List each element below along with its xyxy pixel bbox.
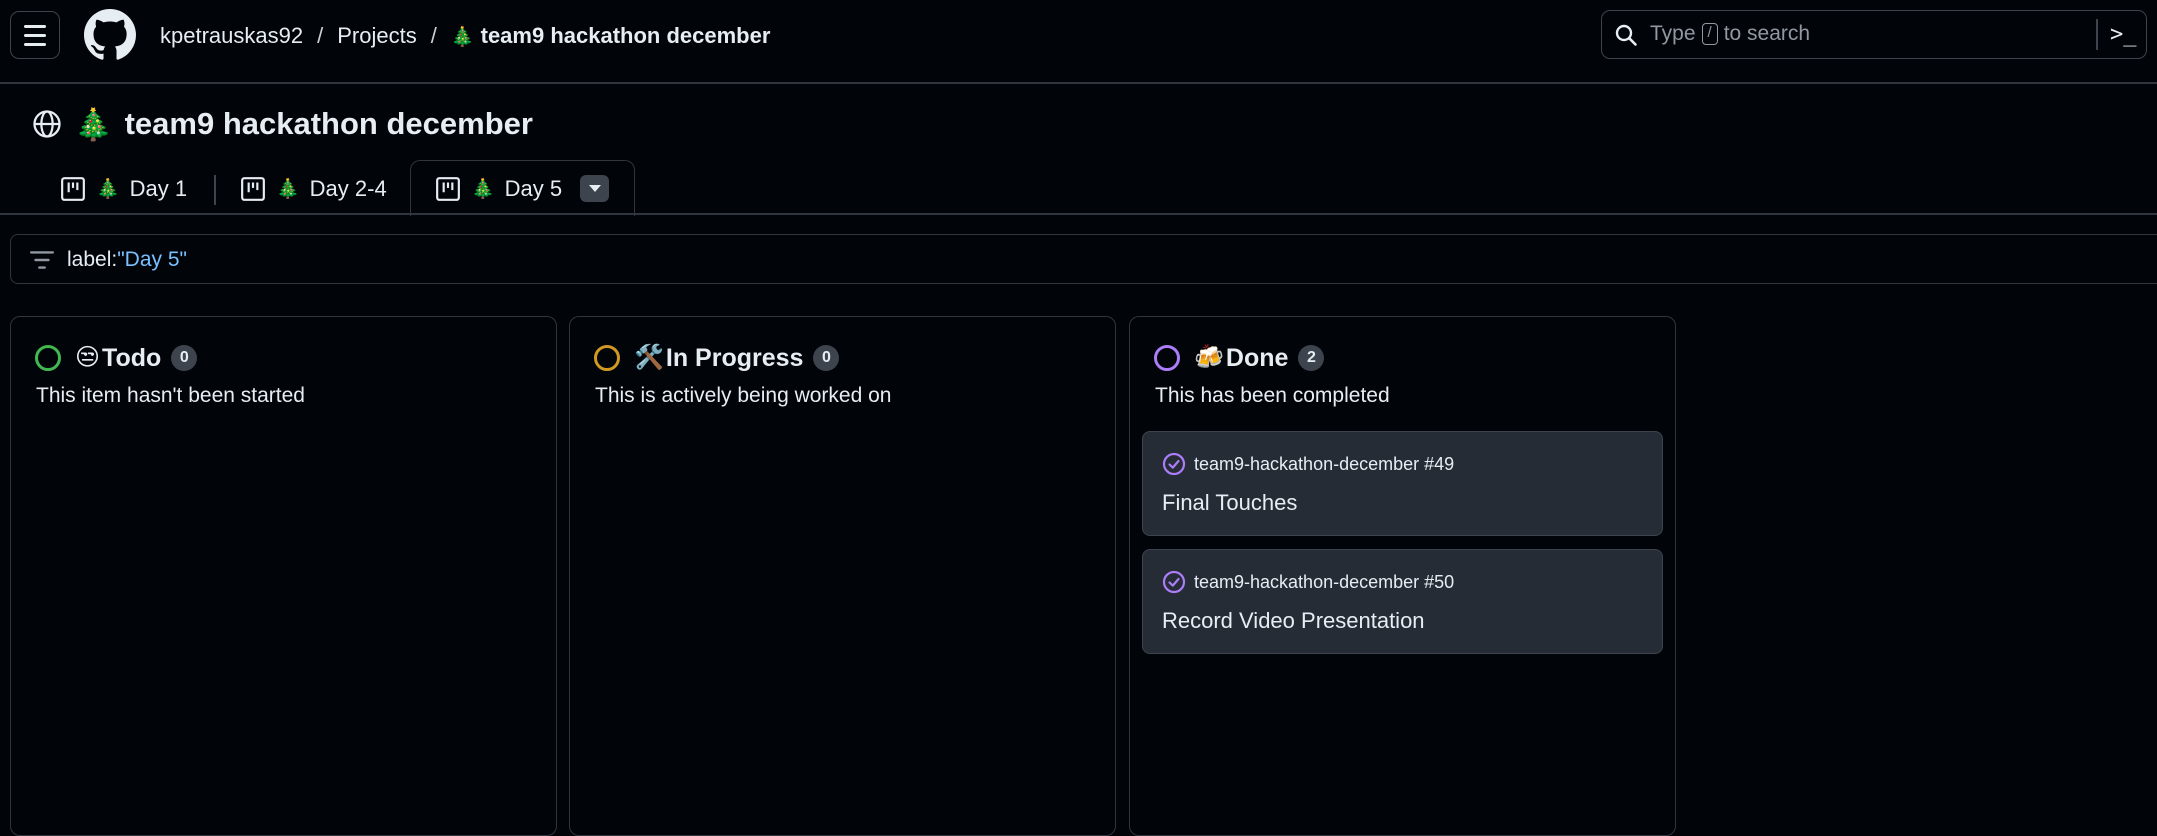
tab-separator	[214, 175, 216, 205]
column-title: Todo	[102, 343, 162, 372]
issue-card[interactable]: team9-hackathon-december #49 Final Touch…	[1142, 431, 1663, 536]
column-title: In Progress	[665, 343, 804, 372]
breadcrumb-separator: /	[430, 23, 437, 48]
tree-emoji: 🎄	[96, 179, 120, 200]
issue-closed-icon	[1162, 452, 1186, 476]
search-icon	[1615, 24, 1637, 46]
breadcrumb-project-link[interactable]: 🎄 team9 hackathon december	[451, 23, 771, 49]
column-emoji: 🛠️	[634, 344, 664, 371]
card-meta: team9-hackathon-december #49	[1162, 452, 1454, 476]
breadcrumb-owner-link[interactable]: kpetrauskas92	[160, 23, 303, 49]
search-placeholder-prefix: Type	[1650, 22, 1696, 45]
tree-emoji: 🎄	[74, 106, 113, 142]
card-repo-reference[interactable]: team9-hackathon-december #49	[1194, 454, 1454, 475]
breadcrumb-separator: /	[317, 23, 324, 48]
column-header: 😒 Todo 0	[35, 341, 198, 375]
column-description: This is actively being worked on	[595, 384, 892, 407]
menu-button[interactable]	[10, 11, 60, 59]
item-count-badge: 0	[171, 345, 198, 371]
issue-card[interactable]: team9-hackathon-december #50 Record Vide…	[1142, 549, 1663, 654]
card-repo-reference[interactable]: team9-hackathon-december #50	[1194, 572, 1454, 593]
project-name: team9 hackathon december	[124, 106, 533, 141]
search-input[interactable]: Type / to search >_	[1601, 10, 2147, 59]
global-header: kpetrauskas92 / Projects / 🎄 team9 hacka…	[0, 0, 2157, 84]
menu-line	[24, 24, 46, 28]
card-title[interactable]: Final Touches	[1162, 490, 1297, 516]
caret-down-icon	[588, 185, 601, 192]
column-title: Done	[1225, 343, 1289, 372]
status-circle-icon	[594, 345, 620, 371]
filter-key: label:	[67, 248, 118, 271]
board-icon	[241, 177, 265, 201]
tab-day-2-4[interactable]: 🎄 Day 2-4	[240, 165, 387, 213]
board-icon	[436, 177, 460, 201]
board-column-done: 🍻 Done 2 This has been completed team9-h…	[1129, 316, 1676, 836]
tree-emoji: 🎄	[276, 179, 300, 200]
breadcrumb: kpetrauskas92 / Projects / 🎄 team9 hacka…	[160, 20, 770, 52]
board-icon	[61, 177, 85, 201]
card-title[interactable]: Record Video Presentation	[1162, 608, 1425, 634]
view-options-dropdown-button[interactable]	[580, 175, 609, 202]
status-circle-icon	[35, 345, 61, 371]
column-header: 🛠️ In Progress 0	[594, 341, 840, 375]
breadcrumb-project-name: team9 hackathon december	[480, 23, 771, 48]
filter-query: label:"Day 5"	[67, 248, 187, 272]
column-description: This item hasn't been started	[36, 384, 305, 407]
github-logo-icon[interactable]	[84, 9, 136, 61]
item-count-badge: 0	[813, 345, 840, 371]
tree-emoji: 🎄	[471, 179, 495, 200]
tab-day-1[interactable]: 🎄 Day 1	[60, 165, 187, 213]
column-emoji: 🍻	[1194, 344, 1224, 371]
menu-line	[24, 33, 46, 37]
breadcrumb-projects-link[interactable]: Projects	[337, 23, 416, 49]
board-column-in-progress: 🛠️ In Progress 0 This is actively being …	[569, 316, 1116, 836]
column-description: This has been completed	[1155, 384, 1390, 407]
search-divider	[2096, 19, 2098, 50]
menu-line	[24, 42, 46, 46]
tabs-divider	[0, 213, 2157, 215]
tab-label: Day 1	[129, 176, 188, 201]
item-count-badge: 2	[1298, 345, 1325, 371]
board-column-todo: 😒 Todo 0 This item hasn't been started	[10, 316, 557, 836]
tab-day-5[interactable]: 🎄 Day 5	[435, 165, 562, 213]
issue-closed-icon	[1162, 570, 1186, 594]
column-emoji: 😒	[75, 344, 101, 371]
search-shortcut-key: /	[1701, 23, 1718, 45]
tab-label: Day 2-4	[309, 176, 387, 201]
search-placeholder: Type / to search	[1650, 22, 1810, 46]
command-palette-icon[interactable]: >_	[2110, 19, 2138, 50]
status-circle-icon	[1154, 345, 1180, 371]
search-placeholder-suffix: to search	[1723, 22, 1811, 45]
globe-icon	[33, 110, 61, 138]
filter-input[interactable]: label:"Day 5"	[10, 234, 2157, 284]
column-header: 🍻 Done 2	[1154, 341, 1325, 375]
project-title: 🎄 team9 hackathon december	[32, 104, 533, 144]
filter-value: "Day 5"	[117, 248, 187, 271]
tree-emoji: 🎄	[450, 27, 475, 48]
card-meta: team9-hackathon-december #50	[1162, 570, 1454, 594]
tab-label: Day 5	[504, 176, 563, 201]
filter-icon	[29, 251, 55, 269]
